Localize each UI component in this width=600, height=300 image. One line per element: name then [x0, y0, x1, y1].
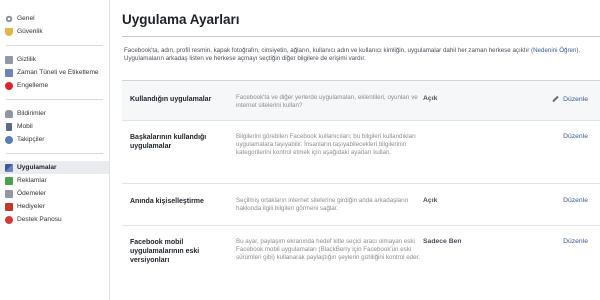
- sidebar-item-label: Mobil: [17, 123, 33, 130]
- sidebar-item-bell[interactable]: Bildirimler: [0, 107, 109, 120]
- setting-row-apps-others-use: Başkalarının kullandığı uygulamalar Bilg…: [122, 120, 600, 183]
- sidebar-item-lock[interactable]: Gizlilik: [0, 53, 109, 66]
- sidebar-item-timeline[interactable]: Zaman Tüneli ve Etiketleme: [0, 66, 109, 79]
- pencil-icon: [551, 95, 559, 103]
- row-title: Kullandığın uygulamalar: [130, 96, 212, 103]
- row-description: Facebook'ta ve diğer yerlerde uygulamala…: [236, 94, 418, 110]
- bell-icon: [5, 109, 13, 118]
- learn-why-link[interactable]: (Nedenini Öğren): [531, 47, 578, 54]
- sidebar-item-help[interactable]: Destek Panosu: [0, 213, 109, 226]
- sidebar-item-label: Takipçiler: [17, 136, 45, 143]
- intro-text-part1: Facebook'ta, adın, profil resmin, kapak …: [124, 47, 530, 54]
- sidebar-item-label: Güvenlik: [17, 28, 43, 35]
- sidebar-item-label: Reklamlar: [17, 177, 47, 184]
- lock-icon: [5, 55, 13, 64]
- edit-label: Düzenle: [563, 238, 588, 245]
- sidebar-item-label: Ödemeler: [17, 190, 46, 197]
- row-title: Başkalarının kullandığı uygulamalar: [130, 134, 207, 150]
- sidebar-item-label: Zaman Tüneli ve Etiketleme: [17, 69, 99, 76]
- setting-row-apps-you-use: Kullandığın uygulamalar Facebook'ta ve d…: [122, 80, 600, 120]
- edit-label: Düzenle: [563, 133, 588, 140]
- timeline-icon: [5, 68, 13, 77]
- setting-row-old-mobile-apps: Facebook mobil uygulamalarının eski vers…: [122, 225, 600, 297]
- row-description: Bilgilerini görebilen Facebook kullanıcı…: [236, 133, 416, 157]
- edit-link[interactable]: Düzenle: [563, 238, 588, 245]
- sidebar-item-mobile[interactable]: Mobil: [0, 120, 109, 133]
- setting-row-instant-personalization: Anında kişiselleştirme Seçilmiş ortaklar…: [122, 183, 600, 225]
- sidebar-group: Bildirimler Mobil Takipçiler: [0, 105, 109, 148]
- mobile-icon: [6, 122, 12, 131]
- sidebar-item-apps[interactable]: Uygulamalar: [0, 161, 109, 174]
- edit-link[interactable]: Düzenle: [563, 197, 588, 204]
- row-description: Bu ayar, paylaşım ekranında hedef kitle …: [236, 238, 420, 262]
- sidebar-item-shield[interactable]: Güvenlik: [0, 25, 109, 38]
- ads-icon: [5, 176, 13, 185]
- edit-label: Düzenle: [563, 95, 588, 103]
- payments-icon: [5, 189, 13, 198]
- row-description: Seçilmiş ortakların internet sitelerine …: [236, 197, 409, 213]
- shield-icon: [5, 27, 13, 36]
- sidebar-item-payments[interactable]: Ödemeler: [0, 187, 109, 200]
- edit-link[interactable]: Düzenle: [551, 95, 588, 103]
- intro-text: Facebook'ta, adın, profil resmin, kapak …: [124, 47, 594, 63]
- sidebar-item-label: Gizlilik: [17, 56, 37, 63]
- sidebar-item-ads[interactable]: Reklamlar: [0, 174, 109, 187]
- sidebar-group: Gizlilik Zaman Tüneli ve Etiketleme Engell…: [0, 51, 109, 94]
- edit-label: Düzenle: [563, 197, 588, 204]
- block-icon: [5, 81, 13, 90]
- sidebar-item-label: Hediyeler: [17, 203, 45, 210]
- row-title: Anında kişiselleştirme: [130, 198, 204, 205]
- sidebar-item-block[interactable]: Engelleme: [0, 79, 109, 92]
- edit-link[interactable]: Düzenle: [563, 133, 588, 140]
- row-title: Facebook mobil uygulamalarının eski vers…: [130, 239, 200, 264]
- sidebar-item-gift[interactable]: Hediyeler: [0, 200, 109, 213]
- main-content: Uygulama Ayarları Facebook'ta, adın, pro…: [110, 0, 600, 300]
- settings-table: Kullandığın uygulamalar Facebook'ta ve d…: [122, 80, 600, 297]
- sidebar-item-label: Genel: [17, 15, 35, 22]
- sidebar-item-label: Uygulamalar: [17, 164, 57, 171]
- sidebar-item-gear[interactable]: Genel: [0, 12, 109, 25]
- page-title: Uygulama Ayarları: [122, 12, 240, 27]
- sidebar-group: Genel Güvenlik: [0, 10, 109, 40]
- sidebar-divider: [6, 99, 103, 100]
- sidebar-divider: [6, 45, 103, 46]
- sidebar-item-label: Engelleme: [17, 82, 49, 89]
- title-divider: [122, 36, 600, 37]
- settings-sidebar: Genel Güvenlik Gizlilik Zaman Tüneli ve Eti…: [0, 0, 110, 300]
- followers-icon: [5, 135, 13, 144]
- help-icon: [5, 215, 13, 224]
- gear-icon: [5, 14, 13, 23]
- gift-icon: [5, 202, 13, 211]
- row-status: Sadece Ben: [423, 238, 462, 245]
- sidebar-item-label: Bildirimler: [17, 110, 46, 117]
- sidebar-divider: [6, 153, 103, 154]
- row-status: Açık: [423, 95, 438, 102]
- sidebar-item-followers[interactable]: Takipçiler: [0, 133, 109, 146]
- apps-icon: [5, 163, 13, 172]
- row-status: Açık: [423, 197, 438, 204]
- sidebar-group: Uygulamalar Reklamlar Ödemeler Hediyeler Des…: [0, 159, 109, 228]
- sidebar-item-label: Destek Panosu: [17, 216, 62, 223]
